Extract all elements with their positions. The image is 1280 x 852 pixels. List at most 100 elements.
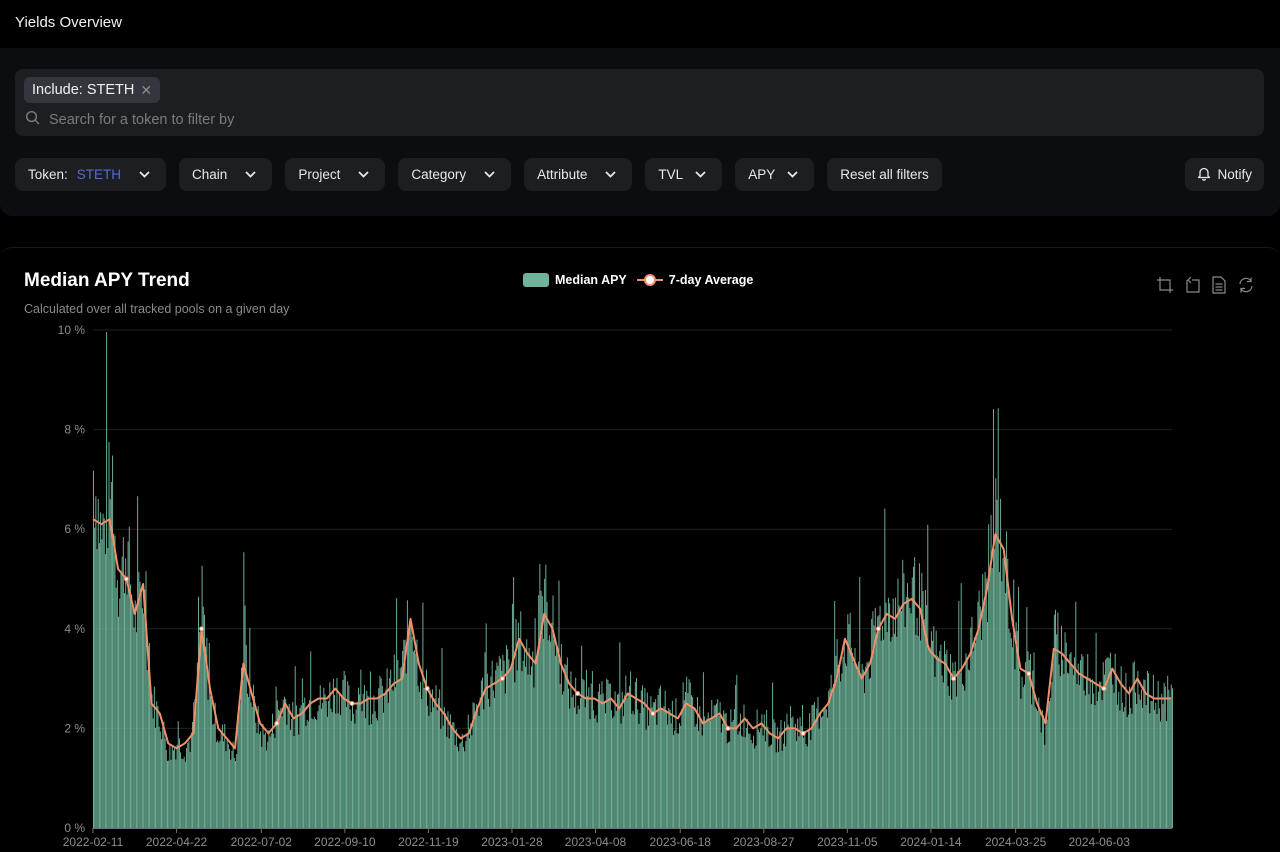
bar: [414, 650, 416, 828]
bar: [764, 741, 766, 828]
x-tick-label: 2022-02-11: [63, 835, 124, 849]
bar: [670, 723, 672, 828]
bar: [873, 625, 875, 828]
bar: [1059, 676, 1061, 828]
bar: [306, 719, 308, 828]
bar: [823, 707, 825, 828]
bar: [733, 709, 735, 828]
bar: [1063, 674, 1065, 828]
close-icon[interactable]: ✕: [140, 82, 152, 99]
category-filter-button[interactable]: Category: [398, 158, 512, 191]
bar: [501, 670, 503, 828]
bar: [853, 663, 855, 828]
chain-filter-button[interactable]: Chain: [179, 158, 273, 191]
bar: [590, 683, 592, 828]
bar: [230, 759, 232, 828]
bar: [517, 622, 519, 828]
bar: [1137, 671, 1139, 828]
bar: [938, 657, 940, 828]
bar: [261, 746, 263, 828]
bar: [1040, 732, 1042, 828]
bar: [860, 673, 862, 828]
bar: [201, 565, 203, 828]
bar: [1143, 679, 1145, 828]
bar: [484, 652, 486, 828]
bar: [162, 727, 164, 828]
bar: [460, 741, 462, 828]
bar: [848, 624, 850, 828]
bar: [786, 713, 788, 828]
bar: [535, 662, 537, 828]
bar: [174, 746, 176, 828]
bar: [862, 669, 864, 828]
bar: [645, 729, 647, 828]
bar: [1008, 628, 1010, 828]
bar: [800, 726, 802, 828]
bar: [167, 760, 168, 828]
bar: [815, 720, 817, 828]
bar: [1114, 653, 1116, 828]
bar: [984, 571, 986, 828]
bar: [335, 713, 337, 828]
bar: [995, 478, 997, 828]
bar: [443, 707, 445, 828]
bar: [576, 714, 578, 828]
bar: [895, 597, 897, 828]
bar: [564, 663, 566, 828]
bar: [538, 595, 540, 828]
bar: [836, 639, 838, 828]
bar: [466, 733, 468, 828]
bar: [651, 707, 653, 828]
bar: [478, 715, 480, 828]
category-filter-label: Category: [411, 167, 467, 182]
token-search-input[interactable]: [49, 112, 649, 128]
bar: [378, 688, 380, 828]
bar: [528, 647, 530, 828]
bar: [992, 409, 994, 828]
bar: [1016, 631, 1018, 828]
bar: [579, 698, 581, 828]
bar: [842, 656, 844, 828]
bar: [519, 640, 521, 828]
bar: [587, 696, 589, 828]
bar: [854, 647, 856, 828]
bar: [1120, 666, 1122, 828]
reset-filters-button[interactable]: Reset all filters: [827, 158, 942, 191]
bar: [172, 750, 174, 828]
bar: [834, 600, 836, 828]
tvl-filter-button[interactable]: TVL: [645, 158, 723, 191]
project-filter-button[interactable]: Project: [285, 158, 386, 191]
bar: [291, 719, 293, 828]
bar: [824, 706, 826, 828]
bar: [417, 686, 419, 828]
bar: [963, 685, 965, 828]
bar: [615, 710, 617, 828]
bar: [416, 639, 418, 828]
bar: [289, 729, 291, 828]
attribute-filter-button[interactable]: Attribute: [524, 158, 633, 191]
bar: [490, 676, 492, 828]
bar: [301, 678, 303, 828]
apy-filter-button[interactable]: APY: [735, 158, 815, 191]
bar: [139, 581, 141, 828]
bar: [232, 741, 234, 828]
bar: [483, 709, 485, 828]
token-search-box[interactable]: Include: STETH ✕: [15, 69, 1264, 136]
bar: [1134, 692, 1136, 828]
bar: [1118, 691, 1120, 828]
bar: [837, 664, 839, 828]
bar: [698, 730, 700, 828]
bar: [303, 702, 305, 828]
bar: [668, 708, 670, 828]
bar: [534, 618, 536, 828]
bar: [747, 719, 749, 828]
chevron-down-icon: [354, 168, 372, 182]
bar: [969, 670, 971, 828]
bar: [769, 745, 771, 828]
bar: [263, 734, 265, 828]
bar: [168, 760, 170, 828]
bar: [375, 718, 377, 828]
notify-button[interactable]: Notify: [1185, 158, 1264, 191]
y-tick-label: 0 %: [64, 821, 85, 835]
token-filter-button[interactable]: Token: STETH: [15, 158, 167, 191]
